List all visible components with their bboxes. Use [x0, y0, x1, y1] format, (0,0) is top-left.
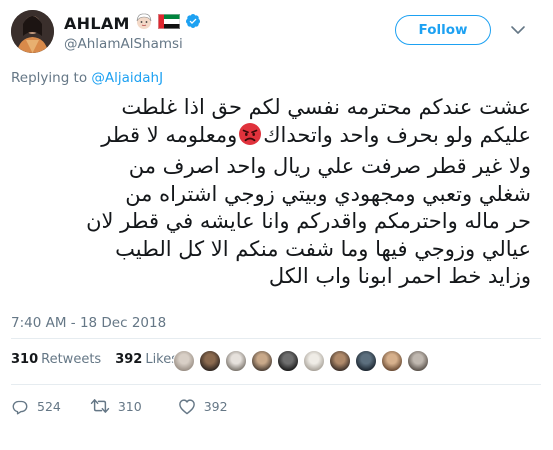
reply-button[interactable]: 524 — [11, 397, 61, 415]
display-name[interactable]: AHLAM — [64, 14, 130, 33]
liker-avatar[interactable] — [381, 350, 403, 372]
liker-avatar[interactable] — [173, 350, 195, 372]
liker-avatar[interactable] — [251, 350, 273, 372]
tweet-text: عشت عندكم محترمه نفسي لكم حق اذا غلطت عل… — [11, 94, 531, 291]
divider — [11, 384, 541, 385]
tweet-line: وزايد خط احمر ابونا واب الكل — [268, 264, 531, 288]
heart-icon — [178, 398, 196, 415]
retweet-count: 310 — [117, 398, 142, 414]
engagement-stats: 310 Retweets 392 Likes — [11, 352, 178, 367]
liker-avatar[interactable] — [277, 350, 299, 372]
likers-avatars — [173, 350, 429, 372]
tweet-line: عليكم ولو بحرف واحد واتحداك ومعلومه لا ق… — [11, 122, 531, 154]
likes-stat[interactable]: 392 Likes — [115, 352, 178, 367]
reply-target-link[interactable]: @AljaidahJ — [91, 70, 163, 86]
liker-avatar[interactable] — [329, 350, 351, 372]
retweets-label: Retweets — [41, 352, 102, 367]
like-button[interactable]: 392 — [178, 398, 228, 415]
liker-avatar[interactable] — [355, 350, 377, 372]
tweet-line: شغلي وتعبي ومجهودي وبيتي زوجي اشتراه من — [125, 181, 531, 206]
replying-to: Replying to @AljaidahJ — [11, 70, 163, 86]
chevron-down-icon[interactable] — [510, 22, 526, 36]
tweet-actions: 524 310 392 — [11, 397, 228, 415]
tweet-line-segment: عليكم ولو بحرف واحد واتحداك — [263, 122, 531, 147]
tweet-line: حر ماله واحترمكم واقدركم وانا عايشه في ق… — [86, 209, 531, 233]
tweet-line: عيالي وزوجي فيها وما شفت منكم الا كل الط… — [115, 236, 531, 261]
reply-count: 524 — [37, 398, 61, 414]
tweet-line-segment: ومعلومه لا قطر — [101, 122, 238, 147]
follow-button[interactable]: Follow — [395, 15, 491, 45]
uae-flag-icon — [157, 13, 180, 33]
liker-avatar[interactable] — [407, 350, 429, 372]
likes-count: 392 — [115, 352, 143, 367]
angry-face-emoji-icon — [238, 122, 262, 154]
like-count: 392 — [203, 398, 228, 414]
avatar[interactable] — [11, 10, 54, 53]
tweet-timestamp[interactable]: 7:40 AM - 18 Dec 2018 — [11, 315, 166, 331]
tweet-line: ولا غير قطر صرفت علي ريال واحد اصرف من — [128, 154, 531, 178]
avatar-image — [11, 10, 54, 53]
liker-avatar[interactable] — [199, 350, 221, 372]
retweets-count: 310 — [11, 352, 39, 367]
liker-avatar[interactable] — [225, 350, 247, 372]
retweet-icon — [90, 397, 110, 415]
reply-icon — [11, 397, 29, 415]
verified-badge-icon — [185, 13, 201, 33]
user-handle[interactable]: @AhlamAlShamsi — [64, 36, 183, 52]
woman-emoji-icon — [135, 12, 153, 34]
liker-avatar[interactable] — [303, 350, 325, 372]
retweets-stat[interactable]: 310 Retweets — [11, 352, 101, 367]
retweet-button[interactable]: 310 — [90, 397, 142, 415]
tweet-card: AHLAM @AhlamAlShamsi Follow Replying to … — [0, 0, 553, 450]
replying-prefix: Replying to — [11, 70, 92, 86]
user-name-row: AHLAM — [64, 12, 201, 34]
tweet-line: عشت عندكم محترمه نفسي لكم حق اذا غلطت — [121, 95, 531, 119]
divider — [11, 338, 541, 339]
